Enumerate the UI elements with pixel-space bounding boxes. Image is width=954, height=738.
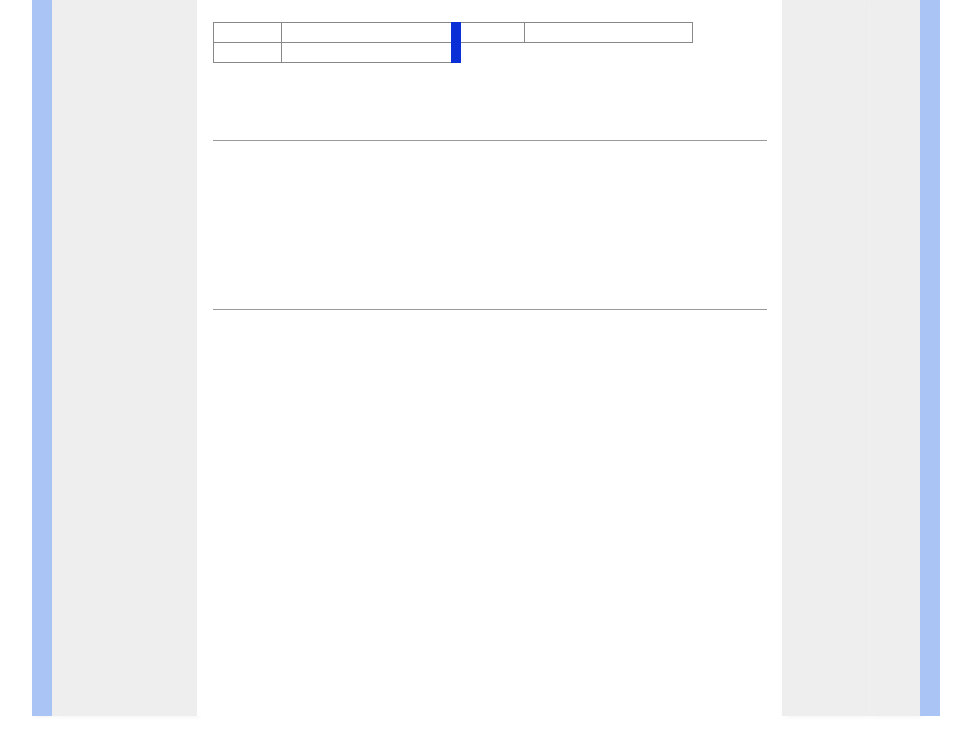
page-root [0, 0, 954, 738]
table-cell [453, 23, 524, 43]
horizontal-divider [213, 140, 767, 141]
table-cell-empty [524, 43, 692, 63]
table-cell [214, 23, 282, 43]
table-cell [282, 43, 453, 63]
table-cell [282, 23, 453, 43]
blue-divider-chip [451, 22, 461, 63]
horizontal-divider [213, 309, 767, 310]
sidebar-left [52, 0, 197, 716]
table-cell-empty [453, 43, 524, 63]
accent-bar-left [32, 0, 52, 716]
sidebar-right-1 [782, 0, 867, 716]
main-content [197, 0, 782, 716]
accent-bar-right [920, 0, 940, 716]
table-cell [524, 23, 692, 43]
table-cell [214, 43, 282, 63]
sidebar-right-2 [867, 0, 920, 716]
